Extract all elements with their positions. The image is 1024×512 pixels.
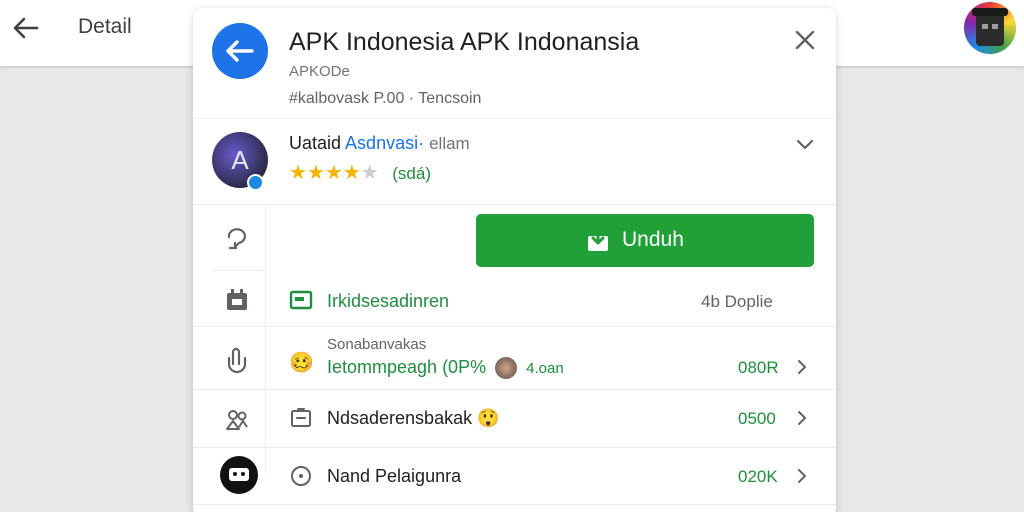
touch-icon[interactable] — [221, 344, 253, 376]
screen-green-icon — [289, 290, 313, 310]
developer-name-suffix: ellam — [429, 134, 470, 153]
arrow-left-icon[interactable] — [10, 12, 42, 44]
developer-avatar-letter: A — [231, 145, 249, 175]
star-empty-icon: ★ — [360, 162, 379, 184]
star-icon: ★ — [342, 162, 361, 184]
download-button[interactable]: Unduh — [476, 214, 814, 267]
row-extra: 4.oan — [526, 360, 564, 377]
emoji-icon: 😲 — [477, 408, 500, 428]
user-avatar-icon[interactable] — [964, 2, 1016, 54]
app-meta: #kalbovask P.00 · Tencsoin — [289, 90, 482, 107]
chevron-right-icon[interactable] — [793, 358, 811, 376]
star-rating: ★★★★★ (sdá) — [289, 160, 431, 185]
document-icon — [291, 408, 311, 427]
row-value: 4b Doplie — [701, 292, 773, 311]
arrow-left-circle-icon[interactable] — [212, 23, 268, 79]
divider — [193, 204, 836, 205]
row-text-main: Ndsaderensbakak — [327, 408, 473, 428]
download-icon — [588, 229, 608, 251]
row-caption: Sonabanvakas — [327, 336, 427, 353]
side-divider — [265, 204, 266, 474]
star-icon: ★ — [289, 162, 307, 184]
speech-bubble-icon[interactable] — [221, 223, 253, 255]
chat-bubble-black-icon[interactable] — [220, 456, 258, 494]
divider — [193, 118, 836, 119]
people-icon[interactable] — [221, 403, 253, 435]
small-avatar — [495, 357, 518, 380]
info-circle-icon — [291, 466, 311, 486]
divider — [193, 326, 836, 327]
row-text-main: Ietommpeagh (0P% — [327, 357, 487, 377]
app-subtitle: APKODe — [289, 63, 350, 80]
close-icon[interactable] — [791, 26, 819, 54]
divider — [193, 504, 836, 505]
chevron-right-icon[interactable] — [793, 409, 811, 427]
page-title: Detail — [78, 15, 132, 38]
developer-name-plain: Uataid — [289, 133, 342, 153]
divider — [193, 389, 836, 390]
calendar-icon — [227, 289, 247, 310]
divider — [193, 447, 836, 448]
star-icon: ★ — [306, 162, 325, 184]
developer-name-link[interactable]: Asdnvasi· — [345, 133, 424, 153]
developer-name[interactable]: Uataid Asdnvasi· ellam — [289, 133, 470, 154]
row-value: 0500 — [738, 409, 776, 428]
chevron-down-icon[interactable] — [793, 132, 817, 156]
app-title: APK Indonesia APK Indonansia — [289, 28, 640, 56]
row-text[interactable]: Ndsaderensbakak 😲 — [327, 408, 500, 429]
verified-badge-icon — [247, 174, 264, 191]
row-text[interactable]: Irkidsesadinren — [327, 291, 449, 312]
rating-count: (sdá) — [392, 164, 431, 183]
download-label: Unduh — [622, 228, 684, 251]
row-value: 080R — [738, 358, 779, 377]
chevron-right-icon[interactable] — [793, 467, 811, 485]
emoji-icon: 🥴 — [289, 352, 314, 374]
app-detail-panel: APK Indonesia APK Indonansia APKODe #kal… — [193, 8, 836, 512]
row-text[interactable]: Nand Pelaigunra — [327, 466, 461, 487]
row-value: 020K — [738, 467, 778, 486]
row-text[interactable]: Ietommpeagh (0P% 4.oan — [327, 357, 564, 380]
divider — [213, 270, 263, 271]
star-icon: ★ — [324, 162, 343, 184]
